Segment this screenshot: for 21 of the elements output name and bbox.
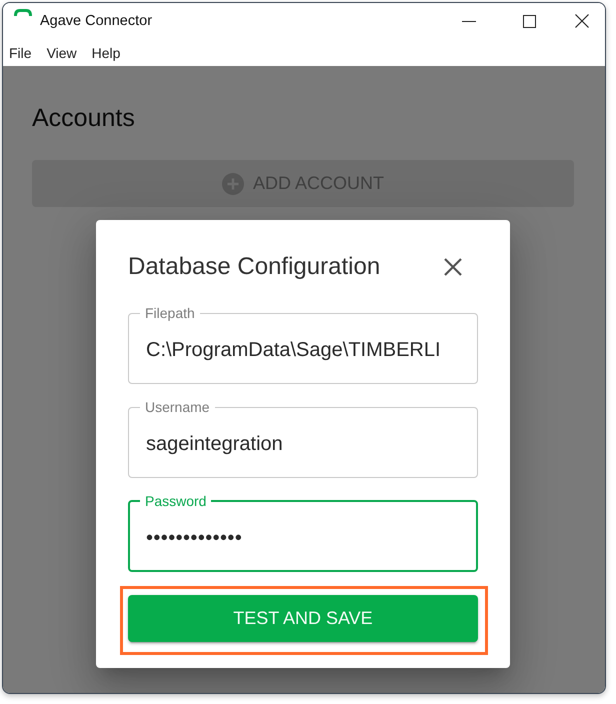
menu-item[interactable]: File xyxy=(3,44,40,62)
plus-circle-icon xyxy=(222,172,244,194)
window-title: Agave Connector xyxy=(40,13,152,29)
password-field[interactable]: Password ••••••••••••• xyxy=(128,493,478,572)
field-label: Username xyxy=(144,399,211,415)
field-label: Password xyxy=(144,493,208,509)
field-value: sageintegration xyxy=(146,432,283,456)
field-value: C:\ProgramData\Sage\TIMBERLI xyxy=(146,338,441,362)
close-icon xyxy=(444,258,462,276)
page-heading: Accounts xyxy=(32,103,135,133)
field-value: ••••••••••••• xyxy=(146,526,242,550)
text-field[interactable]: Filepath C:\ProgramData\Sage\TIMBERLI xyxy=(128,305,478,384)
field-label: Filepath xyxy=(144,305,196,321)
app-logo-icon xyxy=(14,9,32,16)
close-icon xyxy=(575,14,589,28)
minimize-icon xyxy=(462,20,476,22)
maximize-icon xyxy=(522,14,536,28)
text-field[interactable]: Username sageintegration xyxy=(128,399,478,478)
menu-item[interactable]: Help xyxy=(86,44,128,62)
dialog-title: Database Configuration xyxy=(128,252,380,282)
menu-item[interactable]: View xyxy=(40,44,85,62)
